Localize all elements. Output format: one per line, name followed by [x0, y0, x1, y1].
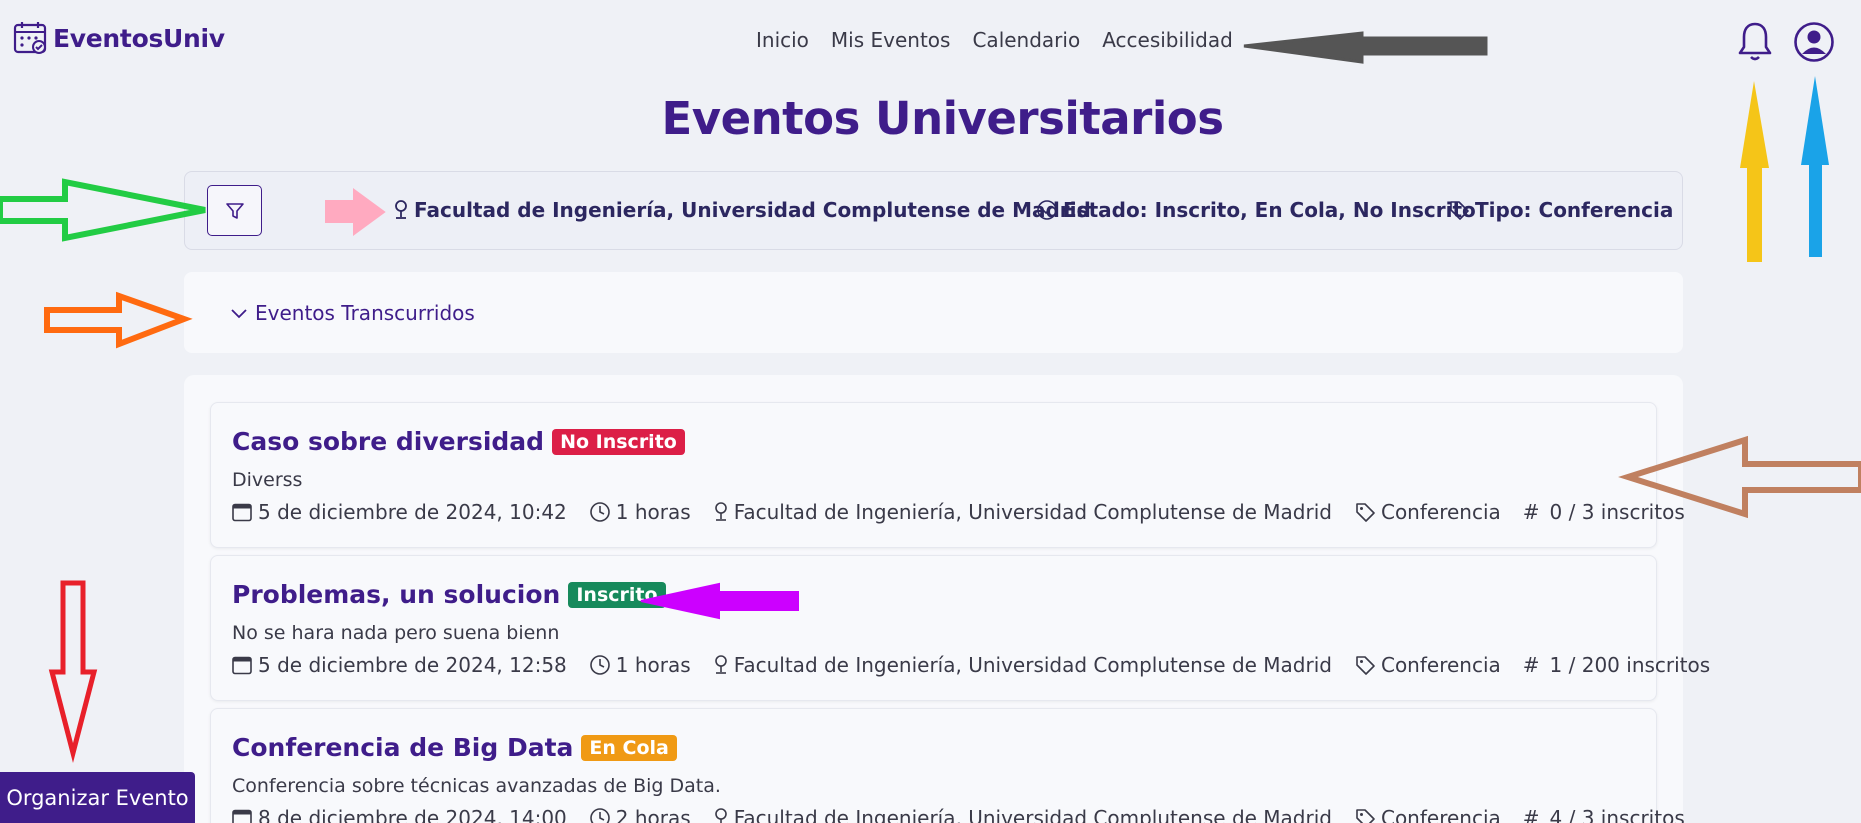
filter-type[interactable]: Tipo: Conferencia [1448, 198, 1673, 222]
clock-icon [589, 502, 610, 522]
events-list: Caso sobre diversidad No Inscrito Divers… [184, 375, 1710, 823]
organize-event-button[interactable]: Organizar Evento [0, 772, 195, 823]
hash-icon: # [1522, 500, 1540, 524]
tag-icon [1356, 809, 1375, 823]
event-enrolled: 1 / 200 inscritos [1549, 653, 1711, 677]
hash-icon: # [1522, 806, 1540, 823]
clock-icon [589, 655, 610, 675]
status-badge: En Cola [581, 734, 677, 761]
map-pin-icon [714, 808, 727, 823]
filter-bar: Facultad de Ingeniería, Universidad Comp… [184, 171, 1683, 250]
tag-icon [1450, 201, 1469, 220]
event-title[interactable]: Problemas, un solucion [232, 580, 560, 609]
event-meta: 5 de diciembre de 2024, 12:58 1 horas Fa… [231, 653, 1710, 677]
brand-logo[interactable]: EventosUniv [13, 20, 225, 56]
event-description: Diverss [232, 469, 303, 491]
event-duration: 1 horas [615, 500, 691, 524]
event-location: Facultad de Ingeniería, Universidad Comp… [733, 653, 1332, 677]
past-events-toggle[interactable]: Eventos Transcurridos [229, 301, 475, 325]
filter-location[interactable]: Facultad de Ingeniería, Universidad Comp… [393, 198, 1091, 222]
brand-name: EventosUniv [53, 23, 225, 53]
page-title: Eventos Universitarios [661, 92, 1224, 145]
event-date: 5 de diciembre de 2024, 12:58 [258, 653, 567, 677]
event-location: Facultad de Ingeniería, Universidad Comp… [733, 500, 1332, 524]
status-badge: Inscrito [568, 581, 666, 608]
calendar-icon [13, 22, 47, 54]
event-duration: 1 horas [615, 653, 691, 677]
status-badge: No Inscrito [552, 428, 685, 455]
event-title[interactable]: Conferencia de Big Data [232, 733, 573, 762]
event-meta: 5 de diciembre de 2024, 10:42 1 horas Fa… [231, 500, 1685, 524]
event-meta: 8 de diciembre de 2024, 14:00 2 horas Fa… [231, 806, 1685, 823]
funnel-icon [225, 202, 244, 219]
event-type: Conferencia [1380, 806, 1501, 823]
event-title[interactable]: Caso sobre diversidad [232, 427, 544, 456]
main-nav: Inicio Mis Eventos Calendario Accesibili… [756, 28, 1233, 52]
map-pin-icon [395, 200, 407, 219]
event-type: Conferencia [1380, 653, 1501, 677]
annotation-arrow-green [0, 178, 206, 242]
tag-icon [1356, 656, 1375, 675]
nav-inicio[interactable]: Inicio [756, 28, 809, 52]
annotation-arrow-gray [1243, 31, 1488, 64]
event-enrolled: 4 / 3 inscritos [1549, 806, 1685, 823]
bell-icon[interactable] [1736, 20, 1774, 64]
map-pin-icon [714, 502, 727, 521]
event-description: Conferencia sobre técnicas avanzadas de … [232, 775, 721, 797]
event-date: 8 de diciembre de 2024, 14:00 [258, 806, 567, 823]
nav-mis-eventos[interactable]: Mis Eventos [831, 28, 951, 52]
filter-button[interactable] [207, 185, 262, 236]
annotation-arrow-red [48, 580, 98, 763]
event-card[interactable]: Caso sobre diversidad No Inscrito Divers… [210, 402, 1685, 548]
nav-calendario[interactable]: Calendario [972, 28, 1080, 52]
annotation-arrow-orange [44, 291, 193, 349]
calendar-icon [232, 809, 252, 823]
calendar-icon [232, 656, 252, 675]
chevron-down-icon [231, 309, 247, 319]
event-duration: 2 horas [615, 806, 691, 823]
calendar-icon [232, 503, 252, 522]
hash-icon: # [1522, 653, 1540, 677]
event-location: Facultad de Ingeniería, Universidad Comp… [733, 806, 1332, 823]
event-type: Conferencia [1380, 500, 1501, 524]
tag-icon [1356, 503, 1375, 522]
event-card[interactable]: Conferencia de Big Data En Cola Conferen… [210, 708, 1685, 823]
clock-icon [589, 808, 610, 823]
check-circle-icon [1037, 200, 1057, 220]
nav-accesibilidad[interactable]: Accesibilidad [1102, 28, 1233, 52]
past-events-section: Eventos Transcurridos [184, 272, 1683, 353]
map-pin-icon [714, 655, 727, 674]
event-enrolled: 0 / 3 inscritos [1549, 500, 1685, 524]
event-description: No se hara nada pero suena bienn [232, 622, 560, 644]
filter-status[interactable]: Estado: Inscrito, En Cola, No Inscrito [1036, 198, 1476, 222]
event-date: 5 de diciembre de 2024, 10:42 [258, 500, 567, 524]
event-card[interactable]: Problemas, un solucion Inscrito No se ha… [210, 555, 1710, 701]
user-circle-icon[interactable] [1793, 21, 1835, 63]
